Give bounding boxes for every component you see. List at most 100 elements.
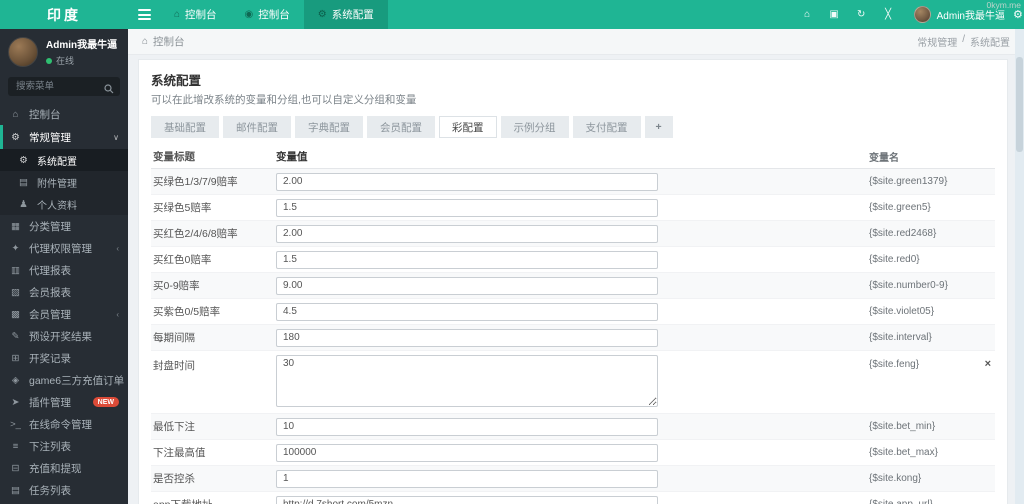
hamburger-menu-icon[interactable] — [128, 0, 160, 29]
config-tab-0[interactable]: 基础配置 — [151, 116, 219, 138]
scrollbar[interactable] — [1015, 29, 1024, 504]
sidebar-item-member-report[interactable]: ▧ 会员报表 — [0, 281, 128, 303]
var-name-label: {$site.app_url} — [869, 499, 933, 504]
var-value-cell: 30 — [276, 355, 869, 407]
sidebar-item-label: 下注列表 — [29, 440, 71, 453]
topbar-tab-1[interactable]: ◉ 控制台 — [231, 0, 304, 29]
config-tab-2[interactable]: 字典配置 — [295, 116, 363, 138]
sidebar-item-console[interactable]: ⌂ 控制台 — [0, 103, 128, 125]
sidebar-item-profile[interactable]: ♟ 个人资料 — [0, 193, 128, 215]
config-tab-4[interactable]: 彩配置 — [439, 116, 497, 138]
sidebar-item-category-manage[interactable]: ▦ 分类管理 — [0, 215, 128, 237]
var-value-input-0[interactable] — [276, 172, 658, 191]
var-value-input-11[interactable] — [276, 495, 658, 504]
search-icon[interactable] — [104, 81, 114, 99]
sidebar-item-agent-report[interactable]: ▥ 代理报表 — [0, 259, 128, 281]
var-value-input-6[interactable] — [276, 328, 658, 347]
config-tab-3[interactable]: 会员配置 — [367, 116, 435, 138]
var-value-input-3[interactable] — [276, 250, 658, 269]
topbar-tab-label: 系统配置 — [331, 9, 374, 21]
var-value-input-4[interactable] — [276, 276, 658, 295]
var-value-cell — [276, 250, 869, 269]
var-value-input-5[interactable] — [276, 302, 658, 321]
fullscreen-icon[interactable]: ╳ — [875, 9, 902, 20]
var-name-label: {$site.interval} — [869, 332, 932, 343]
table-row: 下注最高值 {$site.bet_max} — [151, 440, 995, 466]
sidebar-item-task-list[interactable]: ▤ 任务列表 — [0, 479, 128, 501]
var-title: 是否控杀 — [153, 473, 195, 485]
breadcrumb-home[interactable]: 控制台 — [153, 34, 185, 49]
var-value-input-8[interactable] — [276, 417, 658, 436]
avatar[interactable] — [913, 6, 931, 23]
sidebar-item-online-command[interactable]: >_ 在线命令管理 — [0, 413, 128, 435]
sidebar-item-label: 预设开奖结果 — [29, 330, 92, 343]
var-title: 每期间隔 — [153, 332, 195, 344]
var-value-input-10[interactable] — [276, 469, 658, 488]
user-status: 在线 — [46, 54, 117, 67]
table-row: 买红色2/4/6/8赔率 {$site.red2468} — [151, 221, 995, 247]
sidebar-item-attachment-manage[interactable]: ▤ 附件管理 — [0, 171, 128, 193]
var-name: {$site.green5} — [869, 202, 995, 213]
sidebar-item-plugin-manage[interactable]: ➤ 插件管理 NEW — [0, 391, 128, 413]
var-value-cell — [276, 224, 869, 243]
watermark: 0kym.me — [986, 0, 1021, 10]
var-name-label: {$site.bet_max} — [869, 447, 938, 458]
sidebar-item-member-manage[interactable]: ▩ 会员管理 ‹ — [0, 303, 128, 325]
refresh-icon[interactable]: ↻ — [848, 9, 875, 20]
sidebar-item-label: 附件管理 — [37, 178, 77, 190]
user-icon: ♟ — [19, 198, 28, 210]
sidebar-item-recharge-withdraw[interactable]: ⊟ 充值和提现 — [0, 457, 128, 479]
var-title: 买红色0赔率 — [153, 254, 212, 266]
var-title: app下载地址 — [151, 497, 276, 504]
calendar-icon: ⊞ — [11, 352, 20, 364]
var-name: {$site.bet_max} — [869, 447, 995, 458]
sidebar-item-preset-result[interactable]: ✎ 预设开奖结果 — [0, 325, 128, 347]
table-header-1: 变量值 — [276, 151, 308, 163]
var-value-input-9[interactable] — [276, 443, 658, 462]
dashboard-icon: ◉ — [244, 9, 254, 20]
sidebar-avatar[interactable] — [8, 36, 38, 67]
var-value-cell — [276, 469, 869, 488]
scrollbar-thumb[interactable] — [1016, 57, 1023, 152]
topbar-tab-2[interactable]: ⚙ 系统配置 — [303, 0, 388, 29]
var-title: 最低下注 — [153, 421, 195, 433]
sidebar-item-bet-list[interactable]: ≡ 下注列表 — [0, 435, 128, 457]
breadcrumb-parent[interactable]: 常规管理 — [917, 34, 957, 49]
topbar-tab-label: 控制台 — [258, 9, 290, 21]
table-row: 是否控杀 {$site.kong} — [151, 466, 995, 492]
home-icon: ⌂ — [142, 36, 149, 47]
chevron-left-icon: ‹ — [116, 309, 119, 319]
sidebar-item-game6-orders[interactable]: ◈ game6三方充值订单 — [0, 369, 128, 391]
var-name-label: {$site.violet05} — [869, 306, 935, 317]
sidebar-item-system-config[interactable]: ⚙ 系统配置 — [0, 149, 128, 171]
main-content: ⌂ 控制台 常规管理 / 系统配置 系统配置 可以在此增改系统的变量和分组,也可… — [128, 29, 1024, 504]
config-tab-5[interactable]: 示例分组 — [500, 116, 569, 138]
var-name: {$site.red2468} — [869, 228, 995, 239]
topbar-tab-0[interactable]: ⌂ 控制台 — [160, 0, 231, 29]
add-tab-button[interactable]: + — [644, 116, 673, 138]
sidebar-item-label: 系统配置 — [37, 156, 77, 168]
sidebar-item-label: 代理权限管理 — [29, 242, 92, 255]
table-row: 买绿色1/3/7/9赔率 {$site.green1379} — [151, 169, 995, 195]
var-title: 买绿色1/3/7/9赔率 — [153, 176, 238, 188]
delete-var-icon[interactable]: × — [985, 358, 991, 370]
gear-icon: ⚙ — [317, 9, 327, 20]
config-tab-1[interactable]: 邮件配置 — [223, 116, 291, 138]
var-value-input-7[interactable]: 30 — [276, 355, 658, 407]
home-icon[interactable]: ⌂ — [794, 9, 821, 20]
var-name-label: {$site.feng} — [869, 358, 920, 370]
var-title: 买红色2/4/6/8赔率 — [153, 228, 238, 240]
trash-icon[interactable]: ▣ — [821, 9, 848, 20]
book-icon: ▥ — [11, 264, 20, 276]
var-title: 买0-9赔率 — [153, 280, 200, 292]
var-title: 买紫色0/5赔率 — [153, 306, 221, 318]
sidebar-item-label: 控制台 — [29, 108, 61, 121]
sidebar-item-lottery-record[interactable]: ⊞ 开奖记录 — [0, 347, 128, 369]
sidebar-item-general-manage[interactable]: ⚙ 常规管理 ∨ — [0, 125, 128, 149]
sidebar-menu: ⌂ 控制台 ⚙ 常规管理 ∨ ⚙ 系统配置 ▤ 附件管理 ♟ 个人资料 ▦ 分类管理 ✦ 代理权限管理 ‹ ▥ 代… — [0, 103, 128, 501]
var-name: {$site.feng} × — [869, 355, 995, 370]
var-value-input-1[interactable] — [276, 198, 658, 217]
sidebar-item-agent-auth-manage[interactable]: ✦ 代理权限管理 ‹ — [0, 237, 128, 259]
config-tab-6[interactable]: 支付配置 — [572, 116, 641, 138]
var-value-input-2[interactable] — [276, 224, 658, 243]
